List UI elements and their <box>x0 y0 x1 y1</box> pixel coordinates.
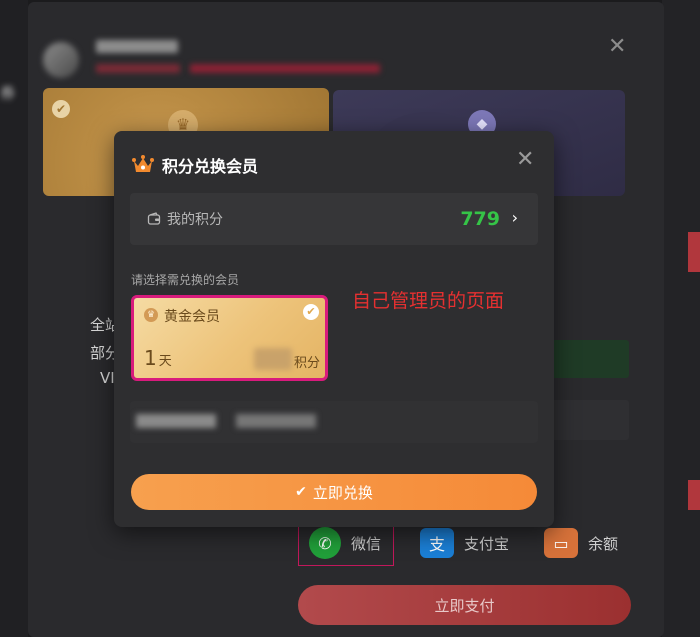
points-value: 779 <box>460 208 500 230</box>
check-icon: ✔ <box>303 304 319 320</box>
pay-method-label: 支付宝 <box>464 534 510 553</box>
my-points-row[interactable]: 我的积分 779 › <box>130 193 538 245</box>
pay-method-label: 余额 <box>588 534 619 553</box>
redacted-text <box>136 414 216 428</box>
card-price-redacted <box>254 348 292 370</box>
feature-text: VI <box>100 369 115 387</box>
card-price-unit: 积分 <box>294 356 321 371</box>
medal-icon: ♛ <box>144 308 158 322</box>
background-red-tab <box>688 480 700 510</box>
pay-method-balance[interactable]: ▭ 余额 <box>544 520 618 566</box>
redeem-button-label: 立即兑换 <box>312 483 373 502</box>
crown-icon <box>132 155 154 175</box>
card-days-number: 1 <box>144 346 157 370</box>
annotation-text: 自己管理员的页面 <box>352 290 505 312</box>
card-days-unit: 天 <box>158 354 172 369</box>
avatar <box>43 42 79 78</box>
select-hint: 请选择需兑换的会员 <box>131 273 240 287</box>
user-info-redacted <box>96 64 180 73</box>
alipay-icon: 支 <box>420 528 454 558</box>
background-fragment: 券 <box>0 84 16 102</box>
card-duration: 1天 <box>144 346 172 370</box>
pay-method-label: 微信 <box>351 534 382 553</box>
wallet-icon <box>147 212 161 226</box>
background-block <box>551 340 629 378</box>
username-redacted <box>96 40 178 53</box>
points-label: 我的积分 <box>167 212 223 228</box>
wallet-icon: ▭ <box>544 528 578 558</box>
redeem-now-button[interactable]: ✔ 立即兑换 <box>131 474 537 510</box>
background-red-tab <box>688 232 700 272</box>
card-name: 黄金会员 <box>164 309 220 325</box>
points-redeem-modal: 积分兑换会员 ✕ 我的积分 779 › 请选择需兑换的会员 ♛ 黄金会员 ✔ 1… <box>114 131 554 527</box>
check-icon: ✔ <box>52 100 70 118</box>
user-info-redacted <box>190 64 380 73</box>
wechat-icon: ✆ <box>309 527 341 559</box>
pay-now-button[interactable]: 立即支付 <box>298 585 631 625</box>
chevron-right-icon: › <box>511 208 518 227</box>
modal-title-text: 积分兑换会员 <box>162 157 259 176</box>
modal-title: 积分兑换会员 <box>132 153 258 177</box>
close-icon[interactable]: ✕ <box>608 36 626 58</box>
redacted-text <box>236 414 316 428</box>
membership-card-gold[interactable]: ♛ 黄金会员 ✔ 1天 积分 <box>131 295 328 381</box>
close-icon[interactable]: ✕ <box>516 149 534 171</box>
check-icon: ✔ <box>295 484 307 500</box>
background-right-panel <box>662 0 700 637</box>
